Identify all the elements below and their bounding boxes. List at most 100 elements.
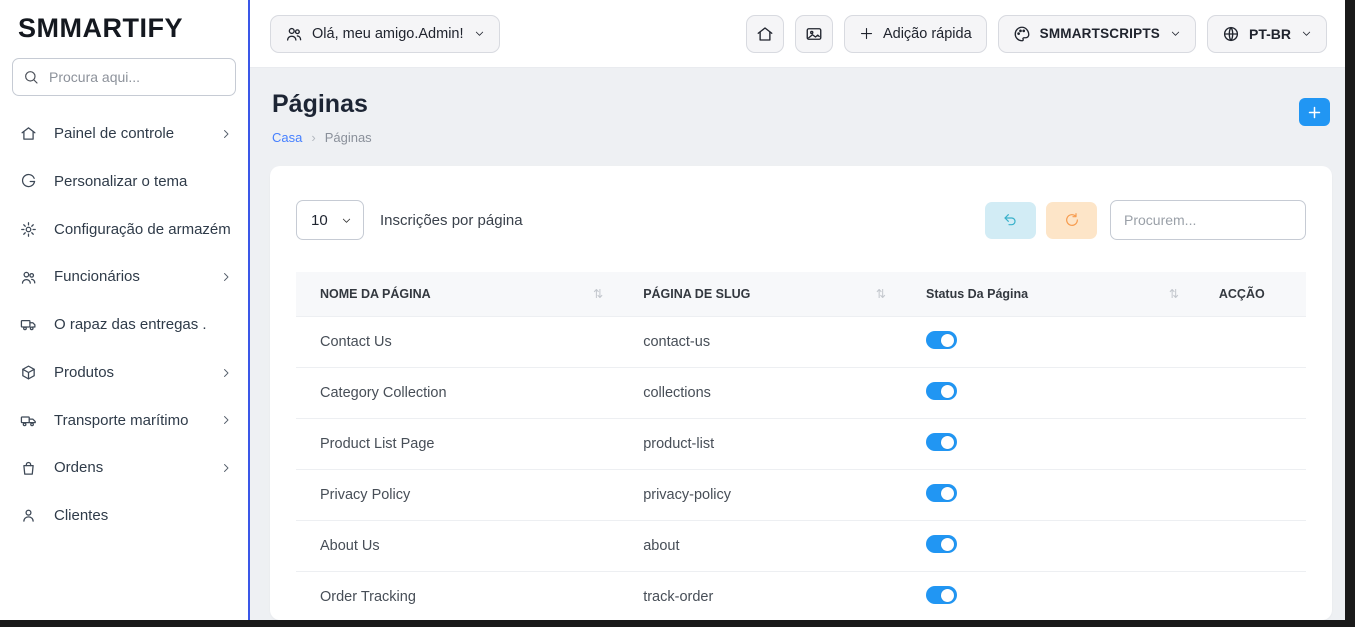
- table-header-row: NOME DA PÁGINA⇅ PÁGINA DE SLUG⇅ Status D…: [296, 272, 1306, 317]
- quick-add-button[interactable]: Adição rápida: [844, 15, 987, 53]
- chevron-right-icon: [220, 462, 232, 474]
- quick-add-label: Adição rápida: [883, 26, 972, 42]
- page-slug-cell: about: [619, 521, 902, 572]
- sidebar-item-employees[interactable]: Funcionários: [0, 253, 248, 301]
- plus-icon: [859, 26, 874, 41]
- undo-icon: [1003, 212, 1019, 228]
- breadcrumb-home-link[interactable]: Casa: [272, 130, 302, 145]
- sidebar-item-dashboard[interactable]: Painel de controle: [0, 110, 248, 158]
- refresh-button[interactable]: [1046, 202, 1097, 239]
- topbar-actions: Adição rápida SMMARTSCRIPTS PT-BR: [746, 15, 1327, 53]
- chevron-down-icon: [474, 28, 485, 39]
- vertical-scrollbar[interactable]: [1345, 0, 1355, 627]
- page-slug-cell: product-list: [619, 419, 902, 470]
- sidebar-item-customers[interactable]: Clientes: [0, 492, 248, 540]
- table-row: Product List Page product-list: [296, 419, 1306, 470]
- palette-icon: [1013, 25, 1031, 43]
- action-cell: [1195, 317, 1306, 368]
- table-row: Privacy Policy privacy-policy: [296, 470, 1306, 521]
- scripts-button[interactable]: SMMARTSCRIPTS: [998, 15, 1196, 53]
- action-cell: [1195, 470, 1306, 521]
- status-toggle[interactable]: [926, 433, 957, 451]
- status-toggle[interactable]: [926, 382, 957, 400]
- home-icon: [756, 25, 774, 43]
- chevron-down-icon: [1170, 28, 1181, 39]
- page-name-cell: Order Tracking: [296, 572, 619, 621]
- undo-button[interactable]: [985, 202, 1036, 239]
- column-header-name[interactable]: NOME DA PÁGINA⇅: [296, 272, 619, 317]
- page-name-cell: Category Collection: [296, 368, 619, 419]
- plus-icon: [1307, 105, 1322, 120]
- page-name-cell: Privacy Policy: [296, 470, 619, 521]
- sidebar-item-products[interactable]: Produtos: [0, 349, 248, 397]
- media-button[interactable]: [795, 15, 833, 53]
- customer-icon: [20, 507, 40, 524]
- status-toggle[interactable]: [926, 484, 957, 502]
- greeting-label: Olá, meu amigo.Admin!: [312, 26, 464, 42]
- action-cell: [1195, 572, 1306, 621]
- pages-card: 10 Inscrições por página NOME DA PÁGINA⇅…: [270, 166, 1332, 620]
- sort-icon[interactable]: ⇅: [593, 287, 603, 301]
- main-content: Páginas Casa › Páginas 10 Inscrições por…: [250, 68, 1345, 620]
- breadcrumb: Casa › Páginas: [272, 130, 372, 145]
- action-cell: [1195, 521, 1306, 572]
- table-row: Category Collection collections: [296, 368, 1306, 419]
- page-slug-cell: collections: [619, 368, 902, 419]
- table-search-input[interactable]: [1110, 200, 1306, 240]
- chevron-right-icon: [220, 271, 232, 283]
- per-page-value: 10: [311, 212, 328, 229]
- sidebar-item-delivery-boy[interactable]: O rapaz das entregas .: [0, 301, 248, 349]
- scripts-label: SMMARTSCRIPTS: [1040, 26, 1160, 41]
- gear-icon: [20, 221, 40, 238]
- chevron-right-icon: [220, 367, 232, 379]
- sidebar: SMMARTIFY Painel de controle Personaliza…: [0, 0, 250, 627]
- refresh-icon: [1064, 212, 1080, 228]
- sort-icon[interactable]: ⇅: [876, 287, 886, 301]
- table-row: Order Tracking track-order: [296, 572, 1306, 621]
- image-icon: [805, 25, 823, 43]
- chevron-right-icon: [220, 414, 232, 426]
- page-slug-cell: privacy-policy: [619, 470, 902, 521]
- sidebar-search: [12, 58, 236, 96]
- theme-icon: [20, 173, 40, 190]
- shipping-truck-icon: [20, 412, 40, 429]
- globe-icon: [1222, 25, 1240, 43]
- breadcrumb-separator: ›: [311, 130, 315, 145]
- chevron-down-icon: [341, 215, 352, 226]
- pages-table: NOME DA PÁGINA⇅ PÁGINA DE SLUG⇅ Status D…: [296, 272, 1306, 620]
- action-cell: [1195, 368, 1306, 419]
- sidebar-item-shipping[interactable]: Transporte marítimo: [0, 397, 248, 445]
- page-slug-cell: track-order: [619, 572, 902, 621]
- sidebar-item-store-settings[interactable]: Configuração de armazém: [0, 206, 248, 254]
- status-toggle[interactable]: [926, 586, 957, 604]
- table-controls: 10 Inscrições por página: [296, 200, 1306, 240]
- page-name-cell: Contact Us: [296, 317, 619, 368]
- column-header-slug[interactable]: PÁGINA DE SLUG⇅: [619, 272, 902, 317]
- sidebar-menu: Painel de controle Personalizar o tema C…: [0, 108, 248, 542]
- sidebar-search-input[interactable]: [47, 68, 232, 86]
- add-page-button[interactable]: [1299, 98, 1330, 126]
- per-page-select[interactable]: 10: [296, 200, 364, 240]
- column-header-status[interactable]: Status Da Página⇅: [902, 272, 1195, 317]
- home-button[interactable]: [746, 15, 784, 53]
- sort-icon[interactable]: ⇅: [1169, 287, 1179, 301]
- greeting-button[interactable]: Olá, meu amigo.Admin!: [270, 15, 500, 53]
- language-button[interactable]: PT-BR: [1207, 15, 1327, 53]
- sidebar-item-orders[interactable]: Ordens: [0, 444, 248, 492]
- status-toggle[interactable]: [926, 331, 957, 349]
- page-name-cell: About Us: [296, 521, 619, 572]
- page-name-cell: Product List Page: [296, 419, 619, 470]
- brand-logo[interactable]: SMMARTIFY: [0, 0, 248, 52]
- users-icon: [285, 25, 303, 43]
- horizontal-scrollbar[interactable]: [0, 620, 1355, 627]
- table-row: About Us about: [296, 521, 1306, 572]
- status-toggle[interactable]: [926, 535, 957, 553]
- page-slug-cell: contact-us: [619, 317, 902, 368]
- table-row: Contact Us contact-us: [296, 317, 1306, 368]
- delivery-van-icon: [20, 316, 40, 333]
- orders-bag-icon: [20, 460, 40, 477]
- sidebar-item-customize-theme[interactable]: Personalizar o tema: [0, 158, 248, 206]
- topbar: Olá, meu amigo.Admin! Adição rápida SMMA…: [250, 0, 1345, 68]
- products-box-icon: [20, 364, 40, 381]
- per-page-label: Inscrições por página: [380, 212, 523, 229]
